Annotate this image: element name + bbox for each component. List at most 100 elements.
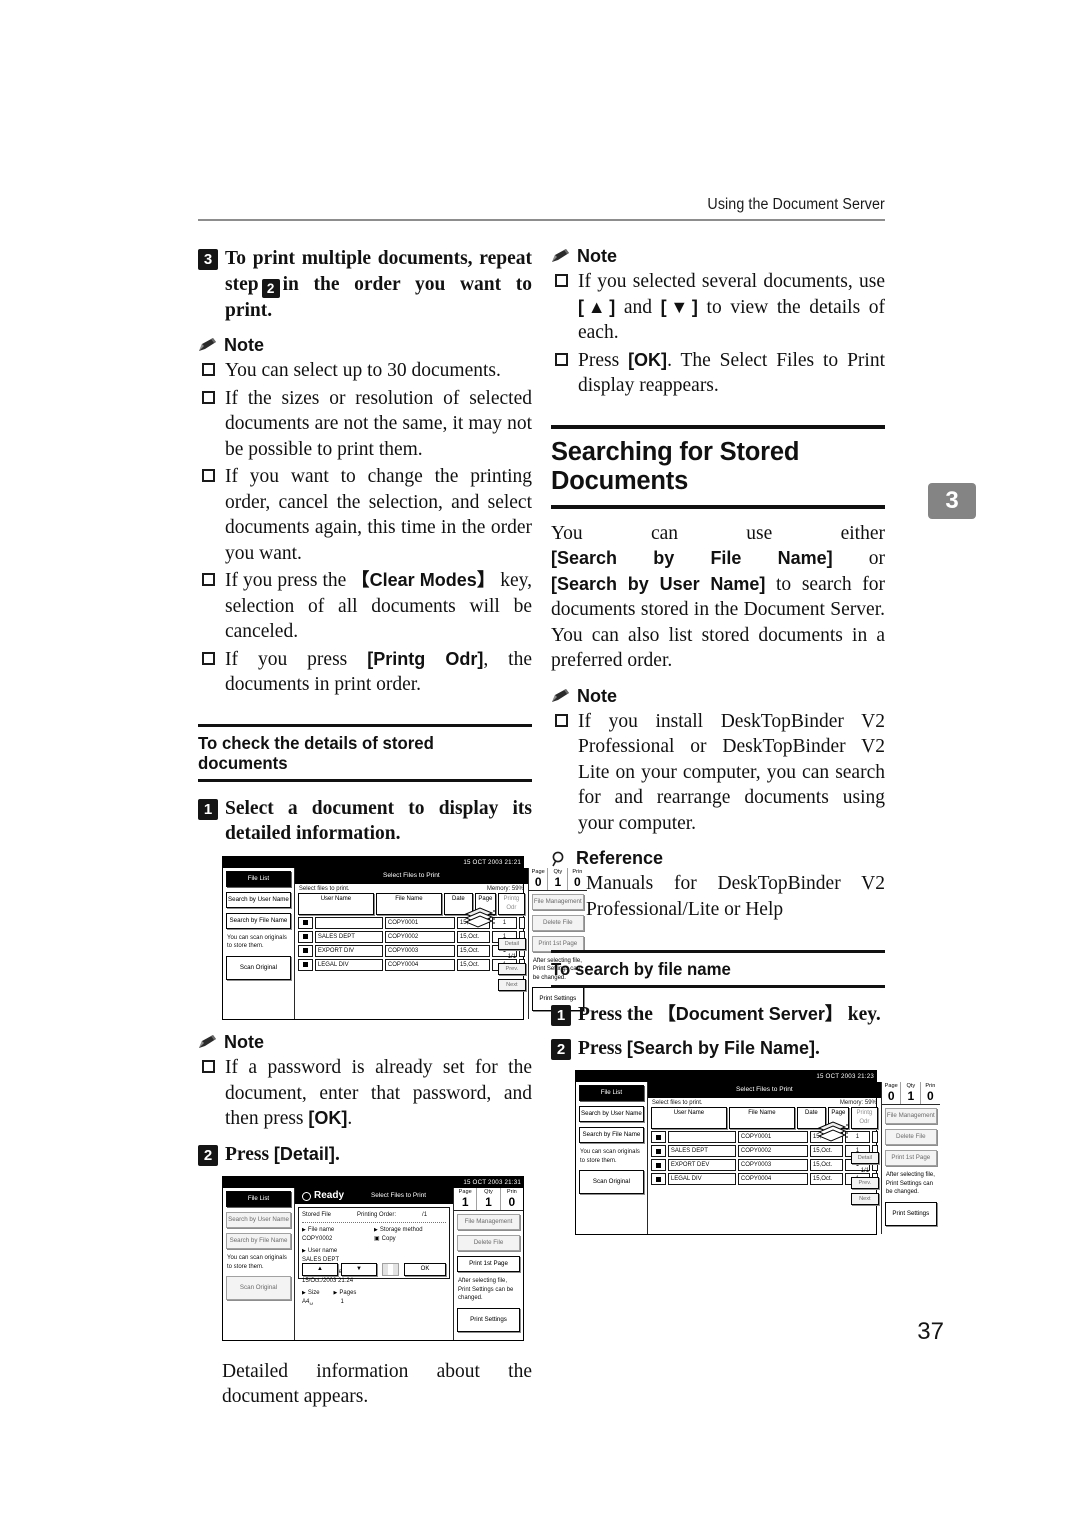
row-file-name: COPY0001 bbox=[384, 916, 455, 929]
pencil-icon bbox=[198, 1035, 217, 1050]
step-2-text: Press [Detail]. bbox=[225, 1142, 340, 1168]
right-step-2: 2 Press [Search by File Name]. bbox=[551, 1036, 885, 1062]
row-file-name: COPY0002 bbox=[737, 1145, 808, 1157]
step-1: 1 Select a document to display its detai… bbox=[198, 796, 532, 847]
figure-search-btn-file-list[interactable]: File List bbox=[579, 1085, 644, 1101]
note-bullet-icon bbox=[202, 363, 215, 377]
row-checkbox-icon[interactable] bbox=[297, 944, 313, 957]
row-checkbox-icon[interactable] bbox=[650, 1159, 666, 1171]
counter-page: Page 1 bbox=[454, 1188, 478, 1211]
note-item-printg-odr: If you press [Printg Odr], the documents… bbox=[198, 647, 532, 698]
field-label-user-name: User name bbox=[302, 1248, 337, 1254]
figure-file-list-btn-detail[interactable]: Detail bbox=[497, 937, 526, 950]
col-header-file-name[interactable]: File Name bbox=[375, 892, 442, 915]
figure-search-btn-file-management[interactable]: File Management bbox=[884, 1108, 937, 1124]
figure-search-btn-detail[interactable]: Detail bbox=[850, 1152, 879, 1164]
col-header-user-name[interactable]: User Name bbox=[650, 1107, 727, 1129]
figure-detail-btn-ok[interactable]: OK bbox=[404, 1263, 446, 1277]
table-row[interactable]: LEGAL DIV COPY0004 15,Oct. 1 bbox=[650, 1173, 878, 1185]
note-bullet-icon bbox=[202, 469, 215, 483]
figure-search-side-panel: File List Search by User Name Search by … bbox=[576, 1082, 648, 1234]
col-header-file-name[interactable]: File Name bbox=[728, 1107, 795, 1129]
row-checkbox-icon[interactable] bbox=[650, 1131, 666, 1143]
row-file-name: COPY0001 bbox=[737, 1131, 808, 1143]
document-stack-icon bbox=[464, 906, 498, 932]
counter-qty: Qty 1 bbox=[477, 1188, 501, 1211]
table-row[interactable]: EXPORT DEV COPY0003 15,Oct. 1 bbox=[650, 1159, 878, 1171]
row-user-name: EXPORT DIV bbox=[314, 944, 383, 957]
press-ok-b: . The Select Files to Print display reap… bbox=[578, 349, 885, 397]
figure-file-list-btn-search-file[interactable]: Search by File Name bbox=[226, 912, 291, 929]
table-row[interactable]: SALES DEPT COPY0002 15,Oct. 1 bbox=[297, 930, 525, 943]
figure-detail-btn-down[interactable]: ▼ bbox=[341, 1263, 377, 1277]
note-item-text: If you press [Printg Odr], the documents… bbox=[225, 647, 532, 698]
figure-search-btn-print-1st-page[interactable]: Print 1st Page bbox=[884, 1150, 937, 1166]
search-by-file-name-key: [Search by File Name] bbox=[626, 1037, 815, 1058]
table-row[interactable]: EXPORT DIV COPY0003 15,Oct. 1 bbox=[297, 944, 525, 957]
right-step-1-prefix: Press the bbox=[578, 1004, 653, 1025]
figure-search-statusbar: 15 OCT 2003 21:23 bbox=[576, 1071, 876, 1082]
table-row[interactable]: LEGAL DIV COPY0004 15,Oct. 1 bbox=[297, 958, 525, 971]
counter-qty-value: 1 bbox=[907, 1089, 915, 1103]
pencil-icon bbox=[551, 688, 570, 704]
step-1-number: 1 bbox=[198, 798, 218, 820]
figure-file-list-btn-search-user[interactable]: Search by User Name bbox=[226, 891, 291, 908]
subheading-check-details: To check the details of stored documents bbox=[198, 732, 434, 773]
field-value-storage-time: 15/Oct./2003 21:24 bbox=[302, 1278, 354, 1285]
figure-file-list-side-panel: File List Search by User Name Search by … bbox=[223, 867, 295, 1020]
figure-search-btn-search-file[interactable]: Search by File Name bbox=[579, 1127, 644, 1143]
figure-detail-btn-file-management[interactable]: File Management bbox=[457, 1214, 520, 1231]
figure-search: 15 OCT 2003 21:23 File List Search by Us… bbox=[575, 1070, 940, 1235]
right-column: Note If you selected several documents, … bbox=[551, 246, 940, 1235]
figure-detail-btn-up[interactable]: ▲ bbox=[302, 1263, 338, 1277]
figure-search-btn-scan-original[interactable]: Scan Original bbox=[579, 1170, 644, 1194]
row-user-name: SALES DEPT bbox=[314, 930, 383, 943]
note-bullet-icon bbox=[202, 651, 215, 665]
figure-detail-btn-search-user[interactable]: Search by User Name bbox=[226, 1212, 291, 1229]
row-checkbox-icon[interactable] bbox=[297, 916, 313, 929]
figure-detail-btn-delete-file[interactable]: Delete File bbox=[457, 1235, 520, 1252]
subheading-rule-bottom bbox=[551, 985, 885, 988]
figure-detail-btn-print-1st-page[interactable]: Print 1st Page bbox=[457, 1256, 520, 1273]
figure-detail-btn-search-file[interactable]: Search by File Name bbox=[226, 1233, 291, 1250]
figure-detail-scrollbar[interactable] bbox=[382, 1263, 399, 1277]
note-heading-2: Note bbox=[198, 1032, 532, 1053]
ok-key: [OK] bbox=[628, 349, 668, 370]
figure-detail-info-box: Stored File Printing Order: /1 File name… bbox=[298, 1207, 450, 1305]
figure-file-list-btn-next[interactable]: Next bbox=[497, 978, 526, 991]
figure-file-list-title: Select Files to Print bbox=[294, 867, 528, 884]
intro-a: You can use either bbox=[551, 522, 885, 544]
figure-detail-btn-scan-original[interactable]: Scan Original bbox=[226, 1276, 291, 1301]
document-stack-icon bbox=[817, 1120, 851, 1146]
right-step-2-prefix: Press bbox=[578, 1037, 623, 1059]
counter-page-value: 0 bbox=[534, 874, 542, 889]
row-date: 15,Oct. bbox=[809, 1145, 843, 1157]
row-checkbox-icon[interactable] bbox=[650, 1173, 666, 1185]
figure-detail-right-hint: After selecting file, Print Settings can… bbox=[458, 1278, 514, 1302]
figure-file-list-btn-file-list[interactable]: File List bbox=[226, 870, 291, 887]
section-intro-paragraph: You can use either [Search by File Name]… bbox=[551, 521, 885, 674]
ready-circle-icon bbox=[302, 1191, 311, 1201]
figure-file-list-page-indicator: 1/1 bbox=[507, 953, 517, 960]
figure-search-btn-print-settings[interactable]: Print Settings bbox=[884, 1201, 937, 1226]
figure-search-btn-search-user[interactable]: Search by User Name bbox=[579, 1106, 644, 1122]
step-2-suffix: . bbox=[334, 1143, 340, 1165]
password-note-prefix: If a password is already set for the doc… bbox=[225, 1057, 532, 1130]
figure-search-btn-next[interactable]: Next bbox=[850, 1193, 879, 1205]
row-checkbox-icon[interactable] bbox=[297, 930, 313, 943]
ok-key: [OK] bbox=[308, 1108, 348, 1129]
figure-search-btn-delete-file[interactable]: Delete File bbox=[884, 1129, 937, 1145]
figure-search-btn-prev[interactable]: Prev. bbox=[850, 1177, 879, 1189]
table-row[interactable]: SALES DEPT COPY0002 15,Oct. 1 bbox=[650, 1145, 878, 1157]
col-header-user-name[interactable]: User Name bbox=[297, 892, 374, 915]
figure-file-list-btn-scan-original[interactable]: Scan Original bbox=[226, 955, 291, 980]
row-date: 15,Oct. bbox=[456, 944, 490, 957]
figure-detail-btn-file-list[interactable]: File List bbox=[226, 1191, 291, 1208]
row-checkbox-icon[interactable] bbox=[297, 958, 313, 971]
clear-modes-key: 【Clear Modes】 bbox=[351, 570, 496, 591]
note-item-text: If a password is already set for the doc… bbox=[225, 1055, 532, 1132]
figure-file-list-btn-prev[interactable]: Prev. bbox=[497, 962, 526, 975]
note-item-clear-modes: If you press the 【Clear Modes】 key, sele… bbox=[198, 568, 532, 645]
row-checkbox-icon[interactable] bbox=[650, 1145, 666, 1157]
note-heading-1: Note bbox=[198, 335, 532, 356]
